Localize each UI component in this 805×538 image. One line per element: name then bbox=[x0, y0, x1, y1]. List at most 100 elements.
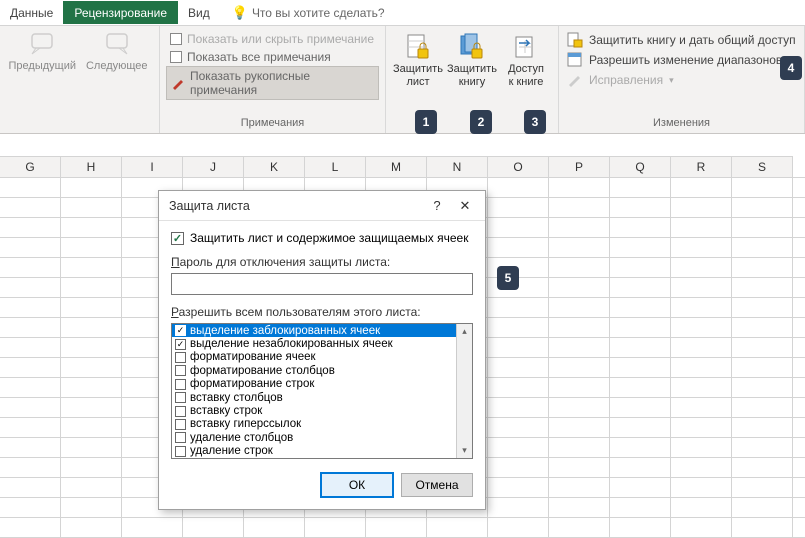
cell[interactable] bbox=[610, 498, 671, 517]
cell[interactable] bbox=[549, 298, 610, 317]
col-header[interactable]: L bbox=[305, 156, 366, 177]
cell[interactable] bbox=[61, 398, 122, 417]
cell[interactable] bbox=[549, 458, 610, 477]
protect-book-button[interactable]: Защитить книгу bbox=[446, 30, 498, 88]
cell[interactable] bbox=[671, 198, 732, 217]
cell[interactable] bbox=[488, 338, 549, 357]
cell[interactable] bbox=[183, 518, 244, 537]
cell[interactable] bbox=[0, 418, 61, 437]
cell[interactable] bbox=[610, 418, 671, 437]
permission-item[interactable]: форматирование столбцов bbox=[172, 364, 456, 377]
cell[interactable] bbox=[488, 298, 549, 317]
cell[interactable] bbox=[732, 178, 793, 197]
cell[interactable] bbox=[0, 198, 61, 217]
cell[interactable] bbox=[732, 258, 793, 277]
cell[interactable] bbox=[0, 318, 61, 337]
cell[interactable] bbox=[61, 438, 122, 457]
col-header[interactable]: K bbox=[244, 156, 305, 177]
col-header[interactable]: S bbox=[732, 156, 793, 177]
cell[interactable] bbox=[610, 518, 671, 537]
cell[interactable] bbox=[61, 518, 122, 537]
checkbox-icon[interactable] bbox=[175, 406, 186, 417]
cell[interactable] bbox=[671, 218, 732, 237]
permission-item[interactable]: форматирование ячеек bbox=[172, 351, 456, 364]
cell[interactable] bbox=[610, 218, 671, 237]
cell[interactable] bbox=[61, 218, 122, 237]
grid-row[interactable] bbox=[0, 518, 805, 538]
col-header[interactable]: I bbox=[122, 156, 183, 177]
permission-item[interactable]: форматирование строк bbox=[172, 378, 456, 391]
cell[interactable] bbox=[732, 338, 793, 357]
cell[interactable] bbox=[732, 298, 793, 317]
cell[interactable] bbox=[671, 318, 732, 337]
ink-comments-button[interactable]: Показать рукописные примечания bbox=[166, 66, 379, 100]
cell[interactable] bbox=[671, 278, 732, 297]
cell[interactable] bbox=[488, 198, 549, 217]
cell[interactable] bbox=[488, 398, 549, 417]
cell[interactable] bbox=[61, 498, 122, 517]
cell[interactable] bbox=[610, 438, 671, 457]
checkbox-icon[interactable] bbox=[175, 365, 186, 376]
cell[interactable] bbox=[671, 418, 732, 437]
cell[interactable] bbox=[0, 218, 61, 237]
cell[interactable] bbox=[671, 498, 732, 517]
toggle-comment-button[interactable]: Показать или скрыть примечание bbox=[166, 30, 379, 48]
permissions-list[interactable]: ✓выделение заблокированных ячеек✓выделен… bbox=[171, 323, 473, 459]
cell[interactable] bbox=[305, 518, 366, 537]
cell[interactable] bbox=[671, 478, 732, 497]
password-input[interactable] bbox=[171, 273, 473, 295]
share-book-button[interactable]: Доступ к книге bbox=[500, 30, 552, 88]
cell[interactable] bbox=[549, 358, 610, 377]
permission-item[interactable]: удаление столбцов bbox=[172, 431, 456, 444]
cell[interactable] bbox=[671, 298, 732, 317]
cell[interactable] bbox=[732, 218, 793, 237]
col-header[interactable]: P bbox=[549, 156, 610, 177]
cell[interactable] bbox=[61, 238, 122, 257]
col-header[interactable]: M bbox=[366, 156, 427, 177]
cell[interactable] bbox=[610, 198, 671, 217]
cell[interactable] bbox=[61, 198, 122, 217]
cell[interactable] bbox=[610, 478, 671, 497]
cell[interactable] bbox=[671, 518, 732, 537]
cell[interactable] bbox=[610, 298, 671, 317]
cell[interactable] bbox=[549, 198, 610, 217]
cell[interactable] bbox=[549, 318, 610, 337]
permission-item[interactable]: удаление строк bbox=[172, 445, 456, 458]
cell[interactable] bbox=[610, 398, 671, 417]
cell[interactable] bbox=[0, 178, 61, 197]
cell[interactable] bbox=[122, 518, 183, 537]
cell[interactable] bbox=[732, 318, 793, 337]
next-comment-button[interactable]: Следующее bbox=[81, 30, 154, 72]
cell[interactable] bbox=[488, 418, 549, 437]
checkbox-icon[interactable] bbox=[175, 352, 186, 363]
prev-comment-button[interactable]: Предыдущий bbox=[6, 30, 79, 72]
cell[interactable] bbox=[61, 258, 122, 277]
cell[interactable] bbox=[0, 518, 61, 537]
col-header[interactable]: O bbox=[488, 156, 549, 177]
col-header[interactable]: Q bbox=[610, 156, 671, 177]
show-all-comments-button[interactable]: Показать все примечания bbox=[166, 48, 379, 66]
cell[interactable] bbox=[0, 478, 61, 497]
cell[interactable] bbox=[671, 238, 732, 257]
cell[interactable] bbox=[0, 238, 61, 257]
cell[interactable] bbox=[732, 238, 793, 257]
scroll-up-icon[interactable]: ▴ bbox=[462, 326, 467, 337]
permission-item[interactable]: вставку гиперссылок bbox=[172, 418, 456, 431]
cell[interactable] bbox=[732, 198, 793, 217]
cell[interactable] bbox=[549, 278, 610, 297]
cell[interactable] bbox=[488, 478, 549, 497]
cell[interactable] bbox=[549, 418, 610, 437]
col-header[interactable]: N bbox=[427, 156, 488, 177]
cell[interactable] bbox=[488, 458, 549, 477]
cell[interactable] bbox=[488, 358, 549, 377]
help-button[interactable]: ? bbox=[423, 198, 451, 213]
track-changes-button[interactable]: Исправления ▾ bbox=[565, 70, 798, 90]
cell[interactable] bbox=[671, 458, 732, 477]
cell[interactable] bbox=[549, 378, 610, 397]
cell[interactable] bbox=[610, 258, 671, 277]
permission-item[interactable]: ✓выделение заблокированных ячеек bbox=[172, 324, 456, 337]
cell[interactable] bbox=[671, 398, 732, 417]
cell[interactable] bbox=[61, 178, 122, 197]
allow-ranges-button[interactable]: Разрешить изменение диапазонов bbox=[565, 50, 798, 70]
checkbox-icon[interactable]: ✓ bbox=[175, 339, 186, 350]
